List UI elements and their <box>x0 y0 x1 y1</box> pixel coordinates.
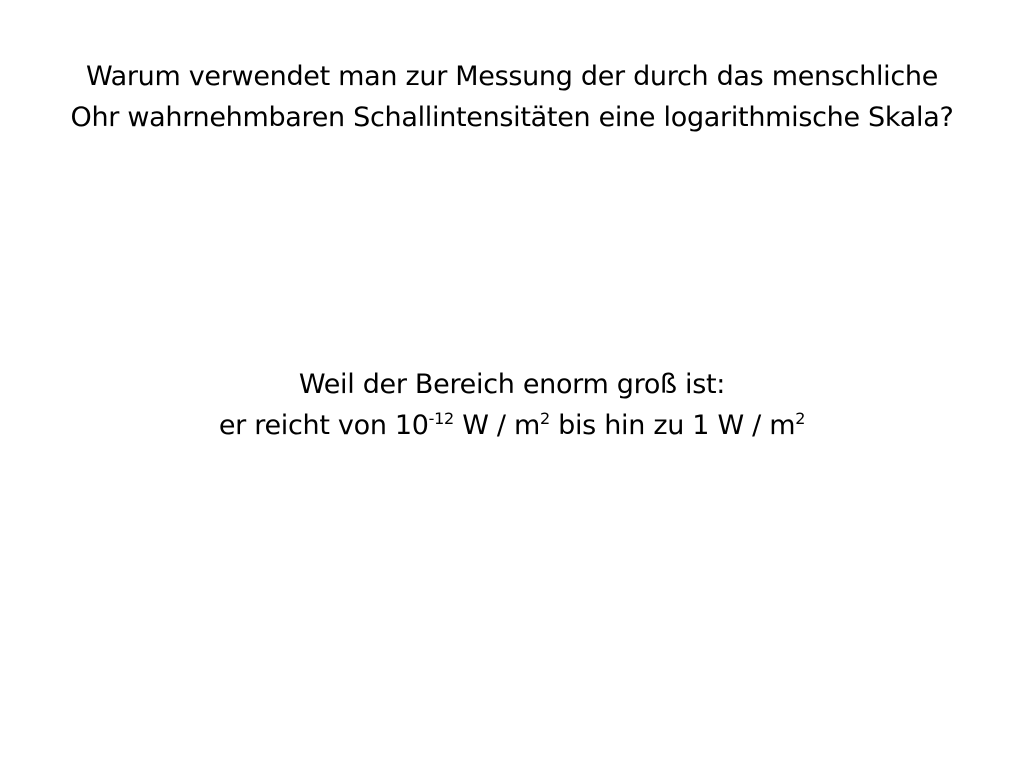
question-text: Warum verwendet man zur Messung der durc… <box>20 56 1004 138</box>
answer-line-1: Weil der Bereich enorm groß ist: <box>298 369 726 400</box>
question-line-1: Warum verwendet man zur Messung der durc… <box>85 61 939 92</box>
question-line-2: Ohr wahrnehmbaren Schallintensitäten ein… <box>70 102 954 133</box>
slide: Warum verwendet man zur Messung der durc… <box>0 0 1024 768</box>
answer-range-end-text: bis hin zu 1 W / m <box>549 410 796 441</box>
exponent-2-end: 2 <box>795 409 806 428</box>
answer-line-2: er reicht von 10-12 W / m2 bis hin zu 1 … <box>20 405 1004 446</box>
exponent-minus-12: -12 <box>428 409 455 428</box>
exponent-2: 2 <box>539 409 550 428</box>
answer-text: Weil der Bereich enorm groß ist: er reic… <box>20 364 1004 446</box>
answer-range-start-text: er reicht von 10 <box>218 410 429 441</box>
unit-w-per-m-text: W / m <box>453 410 540 441</box>
